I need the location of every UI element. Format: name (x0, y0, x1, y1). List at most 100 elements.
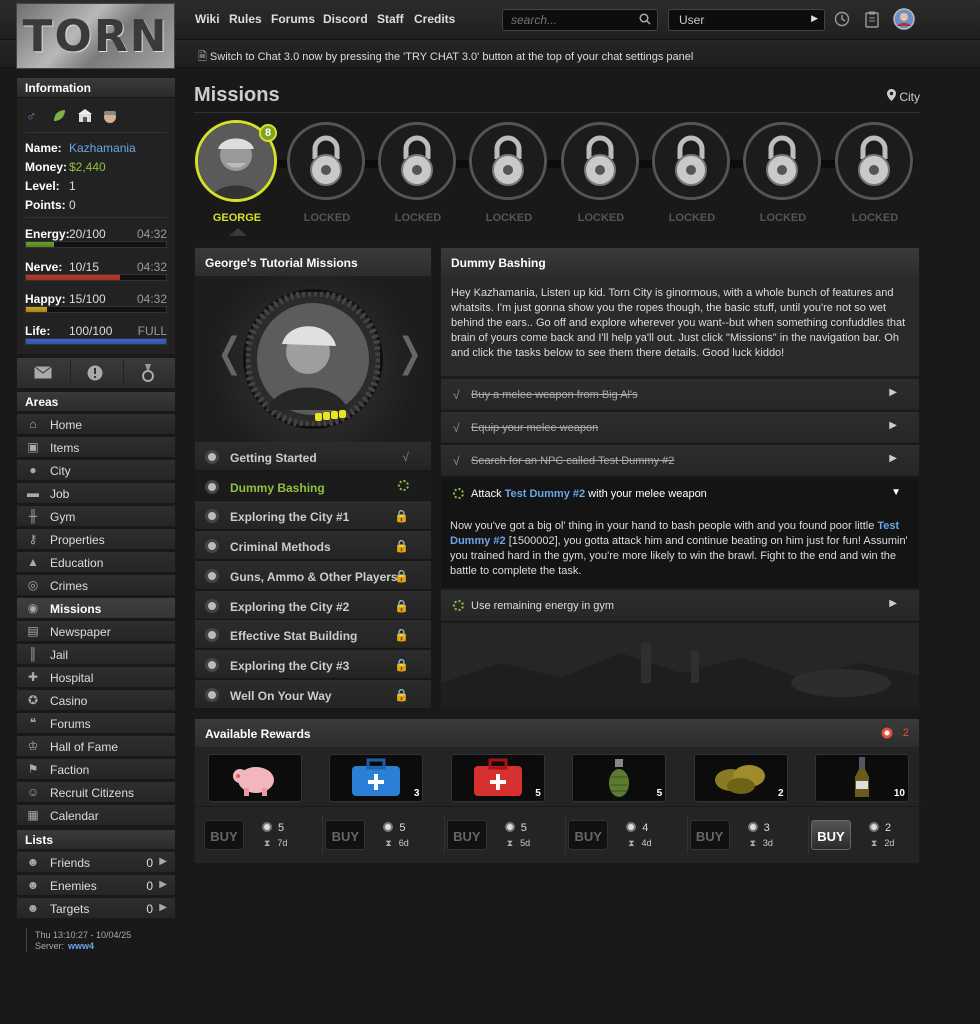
sidebar-item-properties[interactable]: ⚷ Properties (17, 529, 175, 550)
chevron-right-icon[interactable]: ▶ (159, 856, 167, 867)
task-attack-dummy[interactable]: Attack Test Dummy #2 with your melee wea… (441, 478, 919, 510)
padlock-icon (290, 125, 362, 197)
task-buy-weapon[interactable]: √ Buy a melee weapon from Big Al's ▶ (441, 379, 919, 411)
sidebar-item-casino[interactable]: ✪ Casino (17, 690, 175, 711)
torn-logo[interactable]: TORN (16, 3, 175, 69)
sidebar-item-crimes[interactable]: ◎ Crimes (17, 575, 175, 596)
medal-icon[interactable] (142, 364, 154, 385)
test-dummy-link[interactable]: Test Dummy #2 (505, 488, 586, 500)
divider (123, 360, 124, 386)
reward-item[interactable] (208, 754, 302, 802)
leaf-icon[interactable] (52, 109, 66, 126)
target-icon (205, 628, 219, 643)
sidebar-item-city[interactable]: ● City (17, 460, 175, 481)
nav-wiki[interactable]: Wiki (195, 12, 220, 26)
map-pin-icon (886, 89, 896, 104)
notepad-icon[interactable] (865, 11, 879, 32)
server-name[interactable]: www4 (68, 941, 94, 951)
buy-button[interactable]: BUY (325, 820, 366, 850)
energy-bar[interactable] (25, 241, 167, 248)
life-bar[interactable] (25, 338, 167, 345)
happy-bar[interactable] (25, 306, 167, 313)
task-search-npc[interactable]: √ Search for an NPC called Test Dummy #2 ▶ (441, 445, 919, 477)
sidebar-item-jail[interactable]: ║ Jail (17, 644, 175, 665)
sidebar-item-hospital[interactable]: ✚ Hospital (17, 667, 175, 688)
chevron-right-icon[interactable]: ▶ (159, 879, 167, 890)
mission-row[interactable]: Effective Stat Building 🔒 (195, 620, 431, 650)
sidebar-item-items[interactable]: ▣ Items (17, 437, 175, 458)
sidebar-item-hall-of-fame[interactable]: ♔ Hall of Fame (17, 736, 175, 757)
sidebar-item-enemies[interactable]: ☻ Enemies 0 ▶ (17, 875, 175, 896)
sidebar-item-job[interactable]: ▬ Job (17, 483, 175, 504)
sidebar-item-newspaper[interactable]: ▤ Newspaper (17, 621, 175, 642)
mission-row[interactable]: Criminal Methods 🔒 (195, 531, 431, 561)
sidebar-item-recruit-citizens[interactable]: ☺ Recruit Citizens (17, 782, 175, 803)
chevron-left-icon[interactable]: ❬ (213, 330, 247, 376)
alert-icon[interactable] (87, 365, 103, 384)
chevron-right-icon[interactable]: ❭ (393, 330, 427, 376)
buy-button[interactable]: BUY (204, 820, 244, 850)
location-indicator[interactable]: City (886, 89, 920, 104)
male-icon[interactable]: ♂ (26, 108, 37, 124)
nav-forums[interactable]: Forums (271, 12, 315, 26)
sidebar-item-gym[interactable]: ╫ Gym (17, 506, 175, 527)
reward-item[interactable]: 2 (693, 754, 788, 802)
player-name-link[interactable]: Kazhamania (69, 141, 136, 155)
giver-locked[interactable] (378, 122, 456, 200)
target-icon (205, 509, 219, 524)
lock-icon: 🔒 (394, 628, 409, 643)
nav-credits[interactable]: Credits (414, 12, 455, 26)
sidebar-item-education[interactable]: ▲ Education (17, 552, 175, 573)
buy-button[interactable]: BUY (689, 820, 730, 850)
chevron-right-icon[interactable]: ▶ (159, 902, 167, 913)
sidebar-item-missions[interactable]: ◉ Missions (17, 598, 175, 619)
buy-button[interactable]: BUY (811, 820, 851, 850)
detail-title: Dummy Bashing (441, 248, 919, 276)
sidebar-item-home[interactable]: ⌂ Home (17, 414, 175, 435)
sidebar-item-forums[interactable]: ❝ Forums (17, 713, 175, 734)
buy-button[interactable]: BUY (568, 820, 609, 850)
reward-item[interactable]: 5 (572, 754, 667, 802)
money-value[interactable]: $2,440 (69, 160, 106, 174)
task-equip-weapon[interactable]: √ Equip your melee weapon ▶ (441, 412, 919, 444)
mission-row[interactable]: Exploring the City #3 🔒 (195, 649, 431, 679)
giver-locked[interactable] (652, 122, 730, 200)
giver-locked-name: LOCKED (577, 212, 625, 224)
mission-row[interactable]: Getting Started √ (195, 442, 431, 471)
search-icon[interactable] (639, 13, 651, 28)
nav-rules[interactable]: Rules (229, 12, 262, 26)
sidebar-item-calendar[interactable]: ▦ Calendar (17, 805, 175, 826)
giver-locked[interactable] (743, 122, 821, 200)
flag-icon: ⚑ (27, 762, 39, 776)
chevron-right-icon: ▶ (889, 420, 897, 431)
giver-locked[interactable] (835, 122, 913, 200)
money-label: Money: (25, 160, 67, 174)
user-select[interactable]: User ▶ (668, 9, 825, 31)
mission-row[interactable]: Guns, Ammo & Other Players 🔒 (195, 560, 431, 590)
sidebar-item-targets[interactable]: ☻ Targets 0 ▶ (17, 898, 175, 919)
nav-discord[interactable]: Discord (323, 12, 368, 26)
clock-icon[interactable] (834, 11, 850, 31)
mission-row[interactable]: Exploring the City #2 🔒 (195, 590, 431, 620)
giver-locked[interactable] (469, 122, 547, 200)
giver-locked[interactable] (287, 122, 365, 200)
sidebar-item-faction[interactable]: ⚑ Faction (17, 759, 175, 780)
envelope-icon[interactable] (34, 366, 52, 382)
mission-row[interactable]: Exploring the City #1 🔒 (195, 501, 431, 531)
mission-row[interactable]: Dummy Bashing (195, 471, 431, 501)
buy-button[interactable]: BUY (446, 820, 487, 850)
reward-item[interactable]: 10 (815, 754, 909, 802)
avatar[interactable] (893, 8, 915, 34)
search-input[interactable] (503, 10, 629, 30)
nav-staff[interactable]: Staff (377, 12, 404, 26)
nerve-bar[interactable] (25, 274, 167, 281)
house-icon[interactable] (78, 109, 92, 126)
face-icon[interactable] (102, 108, 118, 127)
sidebar-item-friends[interactable]: ☻ Friends 0 ▶ (17, 852, 175, 873)
task-use-energy[interactable]: Use remaining energy in gym ▶ (441, 590, 919, 622)
reward-item[interactable]: 3 (329, 754, 424, 802)
mission-row[interactable]: Well On Your Way 🔒 (195, 679, 431, 709)
chevron-right-icon: ▶ (889, 453, 897, 464)
reward-item[interactable]: 5 (450, 754, 545, 802)
giver-locked[interactable] (561, 122, 639, 200)
